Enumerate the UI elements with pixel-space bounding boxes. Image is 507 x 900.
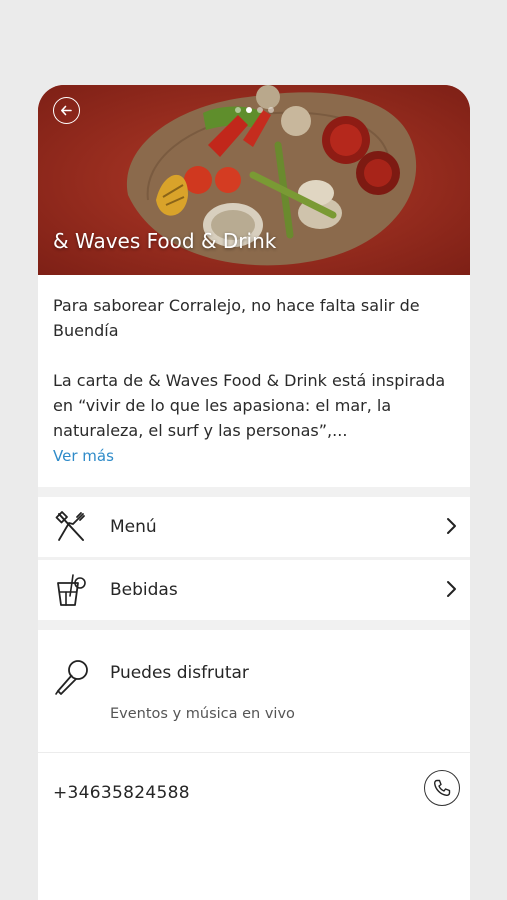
section-divider — [38, 487, 470, 497]
carousel-dot[interactable] — [256, 107, 263, 113]
section-divider — [38, 620, 470, 630]
carousel-dots — [38, 107, 470, 113]
chevron-right-icon — [447, 581, 456, 597]
utensils-icon — [52, 508, 90, 546]
phone-row: +34635824588 — [38, 752, 470, 832]
menu-row[interactable]: Menú — [38, 497, 470, 557]
call-button[interactable] — [424, 770, 460, 806]
description-intro: Para saborear Corralejo, no hace falta s… — [53, 296, 420, 340]
chevron-right-icon — [447, 518, 456, 534]
carousel-dot-active[interactable] — [245, 107, 252, 113]
amenities-title: Puedes disfrutar — [110, 663, 249, 683]
description: Para saborear Corralejo, no hace falta s… — [38, 275, 470, 469]
phone-number[interactable]: +34635824588 — [53, 783, 190, 803]
amenities-subtitle: Eventos y música en vivo — [110, 706, 295, 722]
amenities-section: Puedes disfrutar Eventos y música en viv… — [38, 630, 470, 752]
carousel-dot[interactable] — [267, 107, 274, 113]
menu-label: Menú — [110, 517, 157, 537]
microphone-icon — [55, 660, 88, 695]
hero-image[interactable]: & Waves Food & Drink — [38, 85, 470, 275]
drinks-row[interactable]: Bebidas — [38, 560, 470, 620]
see-more-link[interactable]: Ver más — [53, 444, 114, 469]
drink-icon — [52, 571, 90, 609]
description-body: La carta de & Waves Food & Drink está in… — [53, 371, 446, 440]
phone-icon — [433, 779, 451, 797]
restaurant-card: & Waves Food & Drink Para saborear Corra… — [38, 85, 470, 900]
carousel-dot[interactable] — [234, 107, 241, 113]
drinks-label: Bebidas — [110, 580, 178, 600]
restaurant-title: & Waves Food & Drink — [53, 229, 277, 253]
